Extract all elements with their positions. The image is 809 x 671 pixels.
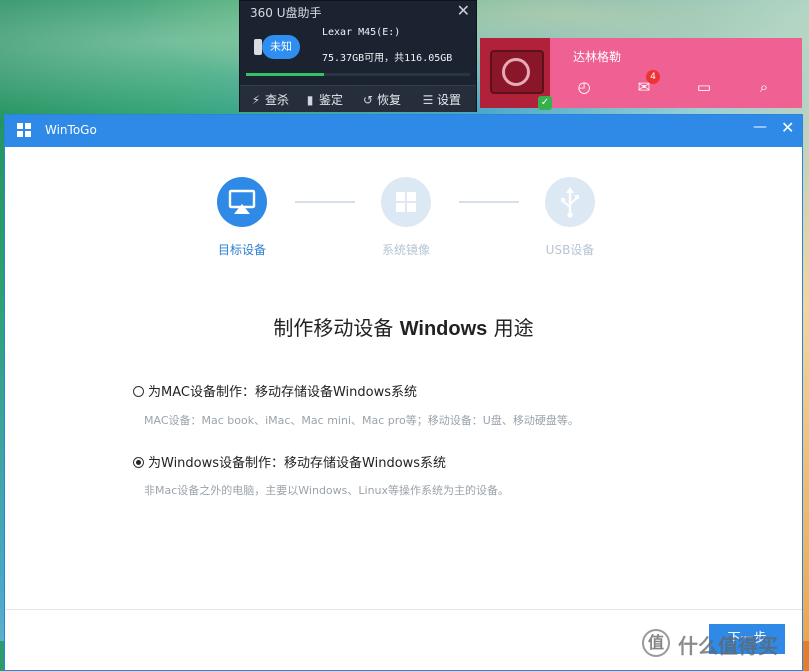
menu-icon: ☰	[422, 93, 434, 107]
step-connector	[295, 201, 355, 203]
user-widget: ✓ 达林格勒 ◴ ✉ 4 ▭ ⌕	[480, 38, 802, 110]
option-mac-description: MAC设备：Mac book、iMac、Mac mini、Mac pro等；移动…	[144, 414, 579, 427]
option-mac-label: 为MAC设备制作：移动存储设备Windows系统	[148, 385, 417, 400]
user-name[interactable]: 达林格勒	[573, 48, 621, 65]
page-title-prefix: 制作移动设备	[273, 316, 400, 340]
usb-helper-title: 360 U盘助手	[250, 6, 322, 20]
step-label-usb-device: USB设备	[545, 243, 595, 257]
step-usb-device	[545, 177, 595, 227]
settings-label: 设置	[437, 93, 462, 107]
step-label-system-image: 系统镜像	[381, 243, 430, 257]
option-windows[interactable]: 为Windows设备制作：移动存储设备Windows系统	[133, 452, 446, 471]
footer-divider	[5, 609, 802, 610]
camera-lens-icon	[502, 58, 530, 86]
shield-icon: ▮	[306, 93, 314, 107]
title-bar[interactable]: WinToGo — ✕	[5, 115, 802, 147]
clock-icon[interactable]: ◴	[574, 78, 594, 96]
usb-action-bar: ⚡ 查杀 ▮ 鉴定 ↺ 恢复 ☰ 设置	[240, 85, 476, 112]
restore-button[interactable]: ↺ 恢复	[362, 91, 401, 108]
option-windows-label: 为Windows设备制作：移动存储设备Windows系统	[148, 456, 447, 471]
option-windows-description: 非Mac设备之外的电脑，主要以Windows、Linux等操作系统为主的设备。	[144, 484, 510, 497]
windows-icon	[396, 192, 416, 212]
option-mac[interactable]: 为MAC设备制作：移动存储设备Windows系统	[133, 381, 417, 400]
radio-mac[interactable]	[133, 386, 144, 397]
watermark-text: 什么值得买	[678, 634, 778, 658]
page-title: 制作移动设备 Windows 用途	[5, 312, 802, 341]
close-icon[interactable]: ✕	[457, 1, 470, 20]
window-title: WinToGo	[45, 123, 97, 137]
scan-button[interactable]: ⚡ 查杀	[250, 91, 289, 108]
restore-label: 恢复	[377, 93, 402, 107]
usage-progress-fill	[246, 73, 325, 76]
avatar[interactable]: ✓	[480, 38, 552, 110]
settings-button[interactable]: ☰ 设置	[422, 91, 461, 108]
scan-label: 查杀	[265, 93, 290, 107]
window-icon[interactable]: ▭	[694, 78, 714, 96]
step-system-image	[381, 177, 431, 227]
step-label-target-device: 目标设备	[217, 243, 266, 257]
usb-icon	[560, 187, 579, 218]
airplay-icon	[228, 189, 256, 214]
step-target-device	[217, 177, 267, 227]
minimize-icon[interactable]: —	[753, 119, 767, 135]
close-icon[interactable]: ✕	[781, 118, 794, 137]
search-icon[interactable]: ⌕	[754, 78, 774, 96]
lightning-icon: ⚡	[251, 93, 261, 107]
app-logo-icon	[17, 123, 31, 139]
page-title-suffix: 用途	[487, 316, 534, 340]
device-capacity: 75.37GB可用，共116.05GB	[322, 53, 453, 64]
usb-drive-icon: 未知	[252, 35, 300, 59]
step-connector	[459, 201, 519, 203]
page-title-bold: Windows	[399, 318, 488, 340]
radio-windows[interactable]	[133, 457, 144, 468]
usb-helper-popup: 360 U盘助手 ✕ 未知 Lexar M45(E:) 75.37GB可用，共1…	[239, 0, 477, 112]
mail-count-badge: 4	[646, 70, 660, 84]
device-status-badge: 未知	[262, 35, 300, 59]
identify-button[interactable]: ▮ 鉴定	[304, 91, 343, 108]
restore-icon: ↺	[362, 93, 374, 107]
usage-progress-bar	[246, 73, 470, 76]
identify-label: 鉴定	[319, 93, 344, 107]
device-name: Lexar M45(E:)	[322, 27, 401, 38]
wintogo-window: WinToGo — ✕ 目标设备 系统镜像 USB设备 制作移动设备 Windo…	[4, 114, 803, 671]
watermark-logo: 值	[642, 629, 670, 657]
usb-plug-icon	[254, 39, 262, 55]
check-icon: ✓	[538, 96, 552, 110]
